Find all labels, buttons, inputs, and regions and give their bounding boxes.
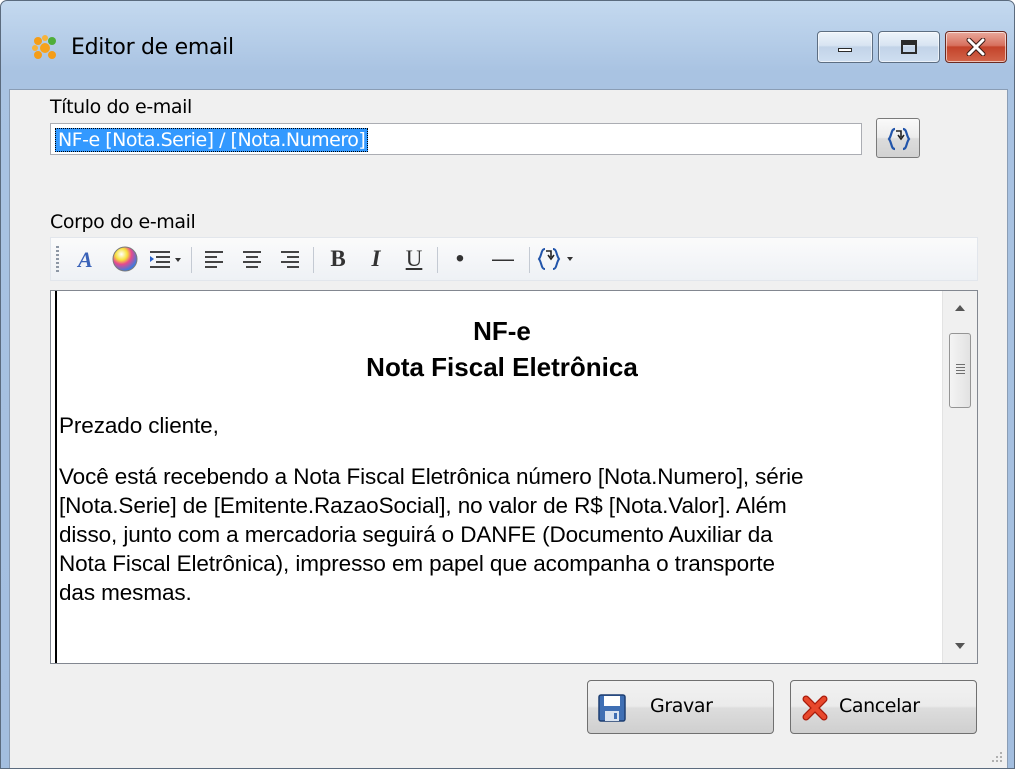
- body-paragraph-line: disso, junto com a mercadoria seguirá o …: [59, 522, 773, 547]
- font-button[interactable]: A: [73, 244, 103, 274]
- insert-variable-icon: [887, 127, 911, 151]
- body-paragraph-line: das mesmas.: [59, 580, 192, 605]
- resize-grip-icon[interactable]: [989, 749, 1003, 763]
- align-center-icon: [243, 251, 261, 268]
- scroll-thumb[interactable]: [949, 333, 971, 408]
- vertical-scrollbar[interactable]: [942, 291, 977, 663]
- maximize-icon: [879, 32, 939, 62]
- subject-input[interactable]: NF-e [Nota.Serie] / [Nota.Numero]: [50, 123, 862, 155]
- body-editor[interactable]: NF-e Nota Fiscal Eletrônica Prezado clie…: [50, 290, 978, 664]
- font-icon: A: [76, 247, 93, 271]
- toolbar-grip[interactable]: [56, 246, 59, 274]
- formatting-toolbar: A B I U • —: [50, 237, 978, 281]
- body-paragraph-line: [Nota.Serie] de [Emitente.RazaoSocial], …: [59, 493, 787, 518]
- window-title: Editor de email: [71, 35, 234, 60]
- app-icon: [32, 35, 56, 59]
- body-label: Corpo do e-mail: [50, 211, 196, 233]
- title-bar[interactable]: Editor de email: [1, 1, 1014, 89]
- email-editor-window: Editor de email Título do e-mail NF-e [N…: [0, 0, 1015, 769]
- italic-button[interactable]: I: [361, 244, 391, 274]
- bold-button[interactable]: B: [323, 244, 353, 274]
- body-heading-line2: Nota Fiscal Eletrônica: [366, 352, 638, 382]
- maximize-button[interactable]: [878, 31, 940, 63]
- subject-value: NF-e [Nota.Serie] / [Nota.Numero]: [55, 128, 369, 152]
- indent-icon: [150, 251, 181, 268]
- align-left-icon: [205, 251, 223, 268]
- insert-variable-body-dropdown[interactable]: [535, 244, 583, 274]
- minimize-icon: [818, 32, 872, 62]
- save-button-label: Gravar: [650, 695, 713, 717]
- cancel-button[interactable]: Cancelar: [790, 680, 977, 734]
- scroll-up-button[interactable]: [943, 291, 977, 325]
- align-left-button[interactable]: [199, 244, 229, 274]
- save-icon: [598, 694, 626, 722]
- close-button[interactable]: [945, 31, 1007, 63]
- body-greeting: Prezado cliente,: [59, 413, 219, 438]
- scroll-down-button[interactable]: [943, 629, 977, 663]
- minimize-button[interactable]: [817, 31, 873, 63]
- cancel-icon: [802, 695, 828, 721]
- body-paragraph-line: Você está recebendo a Nota Fiscal Eletrô…: [59, 464, 804, 489]
- dialog-client-area: Título do e-mail NF-e [Nota.Serie] / [No…: [9, 89, 1008, 768]
- underline-button[interactable]: U: [399, 244, 429, 274]
- align-center-button[interactable]: [237, 244, 267, 274]
- close-icon: [946, 32, 1006, 62]
- align-right-button[interactable]: [275, 244, 305, 274]
- body-paragraph: Você está recebendo a Nota Fiscal Eletrô…: [57, 462, 947, 607]
- cancel-button-label: Cancelar: [839, 695, 920, 717]
- body-content[interactable]: NF-e Nota Fiscal Eletrônica Prezado clie…: [55, 291, 947, 663]
- svg-text:A: A: [76, 247, 93, 271]
- indent-dropdown[interactable]: [146, 244, 186, 274]
- text-color-button[interactable]: [108, 244, 142, 274]
- bullet-button[interactable]: •: [445, 244, 475, 274]
- body-paragraph-line: Nota Fiscal Eletrônica), impresso em pap…: [59, 551, 775, 576]
- subject-label: Título do e-mail: [50, 96, 192, 118]
- horizontal-rule-button[interactable]: —: [483, 244, 523, 274]
- body-heading-line1: NF-e: [473, 316, 531, 346]
- color-icon: [112, 246, 138, 272]
- insert-variable-subject-button[interactable]: [876, 118, 920, 158]
- scroll-up-icon: [955, 305, 965, 311]
- save-button[interactable]: Gravar: [587, 680, 774, 734]
- insert-variable-icon: [537, 248, 573, 270]
- scroll-down-icon: [955, 643, 965, 649]
- align-right-icon: [281, 251, 299, 268]
